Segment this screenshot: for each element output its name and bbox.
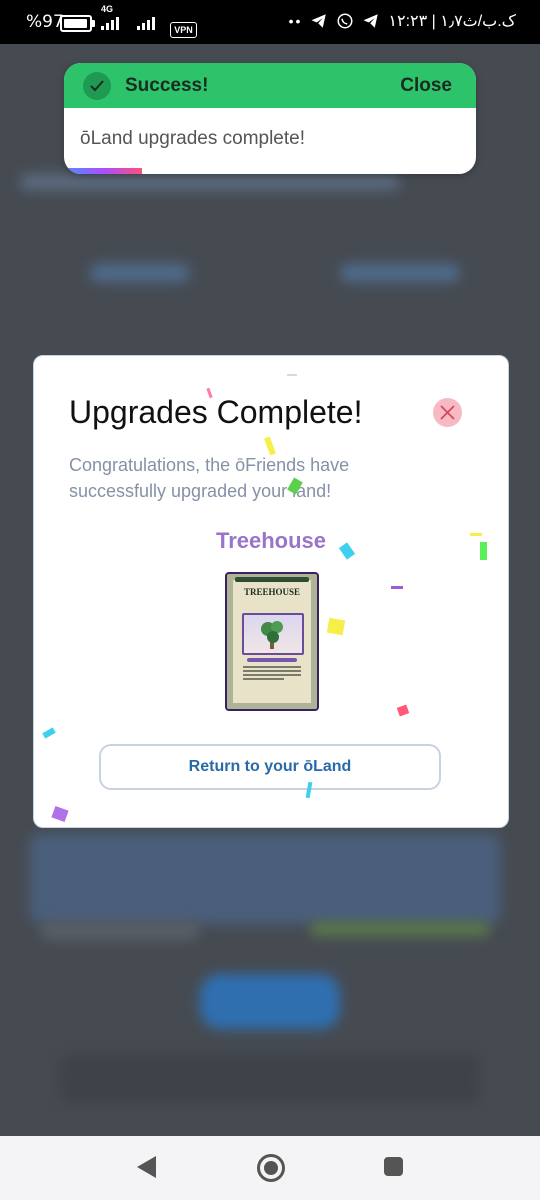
bg-blur-row	[310, 922, 490, 936]
toast-timer-bar	[64, 168, 142, 174]
battery-level	[64, 19, 88, 28]
card-header-bar	[235, 577, 309, 582]
bg-blur-banner	[30, 834, 500, 924]
home-icon[interactable]	[257, 1154, 285, 1182]
vpn-label: VPN	[174, 25, 193, 35]
land-card: TREEHOUSE	[225, 572, 319, 711]
toast-close-button[interactable]: Close	[400, 75, 452, 97]
confetti-piece	[326, 617, 346, 636]
whatsapp-icon	[337, 13, 353, 29]
recents-icon[interactable]	[384, 1157, 403, 1176]
confetti-piece	[470, 533, 482, 536]
card-description	[243, 666, 301, 682]
toast-message: ōLand upgrades complete!	[80, 128, 305, 149]
confetti-piece	[391, 586, 403, 589]
card-rarity-bar	[247, 658, 297, 662]
network-type: 4G	[101, 4, 114, 14]
signal-icon	[101, 16, 119, 30]
toast-header: Success! Close	[64, 63, 476, 108]
bg-blur-grid	[60, 1054, 480, 1104]
bg-blur-tab	[340, 264, 460, 282]
bg-blur-tab	[90, 264, 190, 282]
bg-blur-row	[20, 174, 400, 190]
return-to-land-button[interactable]: Return to your ōLand	[99, 744, 441, 790]
modal-subtitle: Congratulations, the ōFriends have succe…	[69, 455, 350, 501]
bg-blur-row	[40, 922, 200, 940]
card-title: TREEHOUSE	[243, 587, 301, 597]
treehouse-image	[242, 613, 304, 655]
success-toast: Success! Close ōLand upgrades complete!	[64, 63, 476, 174]
bg-blur-button	[200, 974, 340, 1029]
back-icon[interactable]	[137, 1156, 156, 1178]
modal-title: Upgrades Complete!	[69, 394, 363, 430]
confetti-piece	[480, 542, 487, 560]
confetti-piece	[287, 374, 297, 376]
upgrade-modal: Upgrades Complete! Congratulations, the …	[33, 355, 509, 828]
modal-close-button[interactable]	[433, 398, 462, 427]
navigation-bar	[0, 1136, 540, 1200]
status-right: •• ۱۲:۲۳ | ۱٫۷ک.ب/ث	[289, 11, 516, 31]
vpn-badge: VPN	[170, 22, 197, 38]
close-icon	[440, 405, 455, 420]
battery-percent: %97	[26, 12, 64, 32]
status-bar: %97 4G VPN •• ۱۲:۲۳ | ۱٫۷ک.ب/ث	[0, 0, 540, 44]
toast-title: Success!	[125, 74, 209, 96]
more-notifications-icon: ••	[288, 13, 303, 29]
clock: ۱۲:۲۳ | ۱٫۷ک.ب/ث	[388, 13, 516, 30]
telegram-icon	[363, 14, 379, 28]
telegram-icon	[311, 14, 327, 28]
check-circle-icon	[83, 71, 111, 100]
land-name: Treehouse	[215, 528, 327, 553]
battery-icon	[60, 15, 95, 32]
signal-icon	[137, 16, 155, 30]
